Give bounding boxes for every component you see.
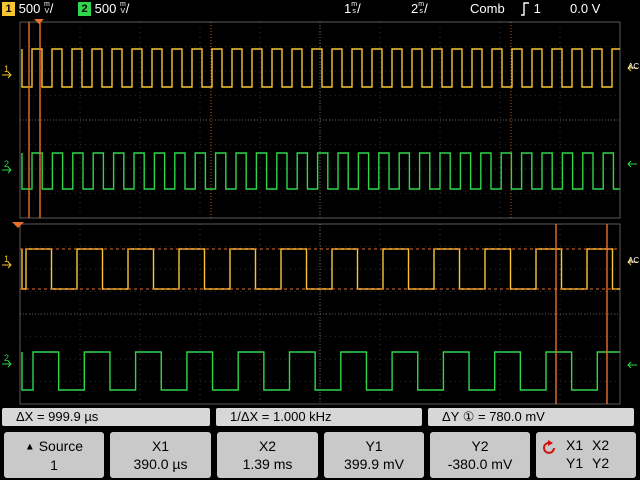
- ch1-scale-unit: mV: [43, 1, 50, 15]
- ch1-scale-value: 500: [18, 1, 41, 16]
- ch2-trace-zoom: [21, 351, 620, 391]
- ch2-trigger-level-upper-icon: [627, 160, 637, 168]
- y2-softkey[interactable]: Y2 -380.0 mV: [430, 432, 530, 478]
- ch1-badge: 1: [2, 2, 15, 16]
- x2-label: X2: [258, 438, 277, 454]
- x2-value: 1.39 ms: [242, 456, 293, 472]
- trigger-level[interactable]: 0.0 V: [570, 1, 600, 17]
- softkey-menu: ▲ Source 1 X1 390.0 µs X2 1.39 ms Y1 399…: [0, 430, 640, 480]
- pair-x1: X1: [566, 437, 584, 453]
- cycle-arrow-icon: [543, 440, 555, 454]
- ch2-scale-value: 500: [94, 1, 117, 16]
- source-softkey[interactable]: ▲ Source 1: [4, 432, 104, 478]
- trigger-source: 1: [533, 1, 541, 16]
- rising-edge-icon: [521, 2, 529, 16]
- main-timebase-value: 1: [344, 1, 352, 16]
- acquisition-mode[interactable]: Comb: [470, 1, 505, 17]
- pair-x2: X2: [592, 437, 610, 453]
- delta-x-readout: ΔX = 999.9 µs: [2, 408, 210, 426]
- cursor-pair-softkey[interactable]: X1 X2 Y1 Y2: [536, 432, 636, 478]
- graticule: [19, 21, 621, 405]
- pair-y1: Y1: [566, 455, 584, 471]
- ch2-trigger-level-lower-icon: [627, 361, 637, 369]
- waveform-display[interactable]: 1 2 1 2 AC AC: [0, 18, 640, 406]
- ch1-trace-main: [21, 48, 620, 88]
- pair-y2: Y2: [592, 455, 610, 471]
- waveform-traces: [21, 48, 620, 391]
- ch2-badge: 2: [78, 2, 91, 16]
- y2-label: Y2: [471, 438, 489, 454]
- ch2-trace-main: [21, 152, 620, 190]
- x1-label: X1: [151, 438, 170, 454]
- status-bar: 1 500 m V/ 2 500 m V/ 1m s/ 2m s/ Comb 1 0.0…: [0, 0, 640, 18]
- ch1-scale-readout[interactable]: 1 500 m V/: [2, 1, 53, 17]
- inverse-delta-x-readout: 1/ΔX = 1.000 kHz: [216, 408, 422, 426]
- y2-value: -380.0 mV: [447, 456, 513, 472]
- main-timebase-unit: ms: [351, 1, 358, 15]
- ch2-scale-unit: mV: [119, 1, 126, 15]
- up-triangle-icon: ▲: [24, 441, 35, 453]
- source-value: 1: [50, 457, 58, 474]
- delta-y-readout: ΔY ① = 780.0 mV: [428, 408, 634, 426]
- ch2-scale-readout[interactable]: 2 500 m V/: [78, 1, 129, 17]
- x1-softkey[interactable]: X1 390.0 µs: [110, 432, 211, 478]
- zoom-timebase-value: 2: [411, 1, 419, 16]
- zoom-timebase-readout[interactable]: 2m s/: [411, 1, 428, 17]
- x1-value: 390.0 µs: [133, 456, 188, 472]
- zoom-timebase-unit: ms: [418, 1, 425, 15]
- cursor-measurements: ΔX = 999.9 µs 1/ΔX = 1.000 kHz ΔY ① = 78…: [0, 406, 640, 428]
- coupling-upper: AC: [628, 62, 639, 71]
- main-timebase-readout[interactable]: 1m s/: [344, 1, 361, 17]
- coupling-lower: AC: [628, 256, 639, 265]
- source-label: Source: [38, 438, 84, 454]
- trigger-readout[interactable]: 1: [520, 1, 541, 17]
- zoom-window-marker-icon: [12, 222, 24, 228]
- y1-value: 399.9 mV: [344, 456, 404, 472]
- x2-softkey[interactable]: X2 1.39 ms: [217, 432, 318, 478]
- y1-label: Y1: [365, 438, 383, 454]
- y1-softkey[interactable]: Y1 399.9 mV: [324, 432, 424, 478]
